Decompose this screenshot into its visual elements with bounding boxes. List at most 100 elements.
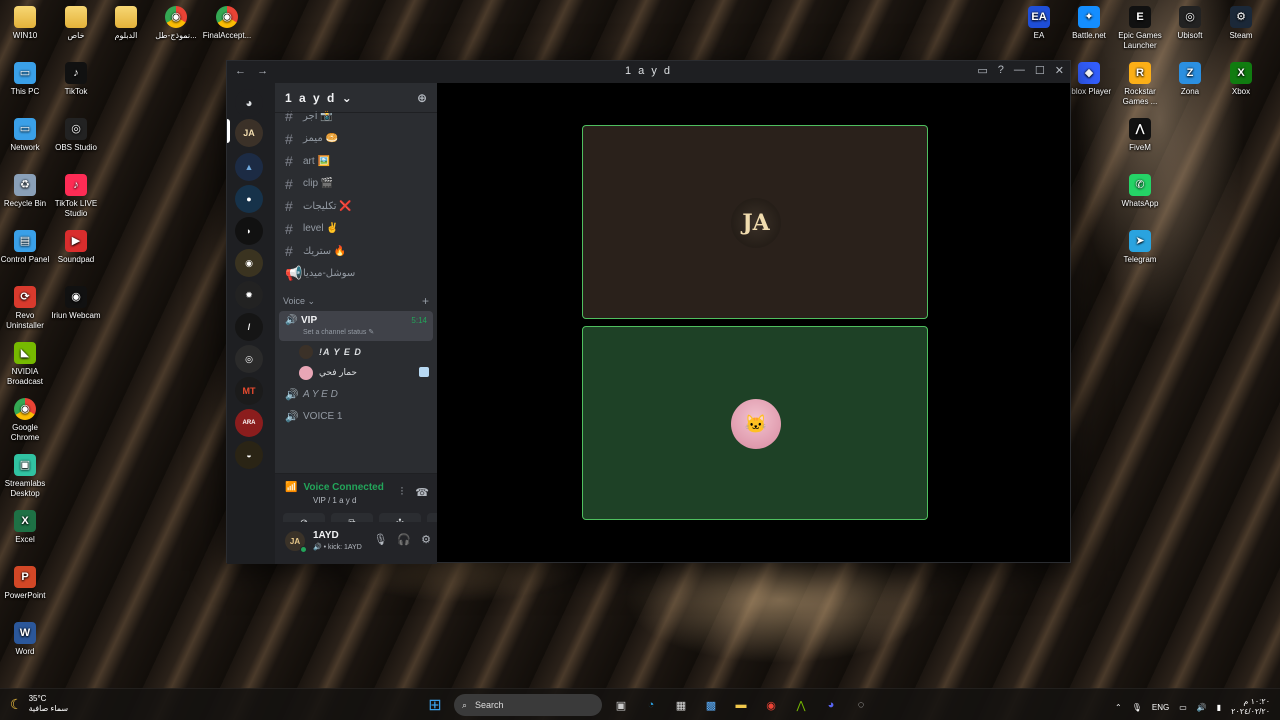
text-channel[interactable]: # ميمز 🥯 (275, 128, 437, 151)
desktop-shortcut[interactable]: ⚙ Steam (1213, 6, 1269, 41)
text-channel[interactable]: 📢 سوشل-ميديا (275, 263, 437, 286)
participant-tile[interactable]: 🐱 (582, 326, 928, 520)
text-channel[interactable]: # ستريك 🔥 (275, 240, 437, 263)
desktop-shortcut[interactable]: ♻ Recycle Bin (0, 174, 53, 209)
desktop-shortcut[interactable]: ◉ Iriun Webcam (48, 286, 104, 321)
desktop-shortcut[interactable]: X Xbox (1213, 62, 1269, 97)
selected-server-indicator (227, 119, 230, 143)
noise-suppression-icon[interactable]: ⫶ (401, 486, 404, 499)
fivem-icon: ⋀ (1129, 118, 1151, 140)
voice-category[interactable]: Voice ⌄ + (275, 291, 437, 311)
user-name[interactable]: 1AYD (313, 530, 339, 541)
whatsapp-icon: ✆ (1129, 174, 1151, 196)
desktop-shortcut[interactable]: ◉ نموذج-طل... (148, 6, 204, 41)
desktop-shortcut[interactable]: Z Zona (1162, 62, 1218, 97)
voice-member[interactable]: !A Y E D (275, 341, 437, 362)
maximize-button[interactable]: ☐ (1035, 64, 1045, 77)
discord-icon[interactable]: ◕ (820, 694, 842, 716)
desktop-shortcut[interactable]: ◎ Ubisoft (1162, 6, 1218, 41)
store-icon[interactable]: ▦ (670, 694, 692, 716)
text-channel[interactable]: # art 🖼️ (275, 150, 437, 173)
desktop-shortcut[interactable]: ✦ Battle.net (1061, 6, 1117, 41)
channel-status[interactable]: Set a channel status ✎ (303, 328, 433, 336)
desktop-shortcut[interactable]: ⟳ Revo Uninstaller (0, 286, 53, 331)
desktop-shortcut[interactable]: ♪ TikTok LIVE Studio (48, 174, 104, 219)
desktop-shortcut[interactable]: E Epic Games Launcher (1112, 6, 1168, 51)
text-channel[interactable]: # clip 🎬 (275, 173, 437, 196)
minimize-button[interactable]: — (1014, 64, 1025, 77)
desktop-shortcut[interactable]: ♪ TikTok (48, 62, 104, 97)
edge-icon[interactable]: ◔ (640, 694, 662, 716)
inbox-icon[interactable]: ▭ (977, 64, 987, 77)
server-icon-5[interactable]: ◉ (235, 249, 263, 277)
server-header[interactable]: 1 a y d ⌄ ⊕ (275, 83, 437, 113)
windows-start-icon[interactable]: ⊞ (424, 694, 446, 716)
help-icon[interactable]: ? (998, 64, 1004, 77)
desktop-shortcut[interactable]: W Word (0, 622, 53, 657)
desktop-shortcut[interactable]: ▣ Streamlabs Desktop (0, 454, 53, 499)
file-explorer-icon[interactable]: ▬ (730, 694, 752, 716)
desktop-shortcut[interactable]: X Excel (0, 510, 53, 545)
fivem-icon[interactable]: ⋀ (790, 694, 812, 716)
invite-icon[interactable]: ⊕ (417, 91, 429, 105)
server-icon-8[interactable]: ◎ (235, 345, 263, 373)
desktop-shortcut[interactable]: ◉ Google Chrome (0, 398, 53, 443)
desktop-shortcut-label: Zona (1180, 87, 1200, 96)
weather-widget[interactable]: ☾ 35°C سماء صافية (10, 694, 68, 714)
avatar (299, 365, 313, 380)
server-icon-11[interactable]: ◒ (235, 441, 263, 469)
app-icon[interactable]: ◌ (850, 694, 872, 716)
voice-channel[interactable]: 🔊 VOICE 1 (275, 406, 437, 429)
language-indicator[interactable]: ENG (1152, 703, 1169, 712)
desktop-shortcut[interactable]: EA EA (1011, 6, 1067, 41)
server-icon-7[interactable]: / (235, 313, 263, 341)
server-icon-4[interactable]: ◗ (235, 217, 263, 245)
desktop-shortcut[interactable]: R Rockstar Games ... (1112, 62, 1168, 107)
headphones-icon[interactable]: 🎧 (397, 533, 411, 546)
task-view-icon[interactable]: ▣ (610, 694, 632, 716)
server-icon-6[interactable]: ✹ (235, 281, 263, 309)
close-button[interactable]: ✕ (1055, 64, 1064, 77)
desktop-shortcut[interactable]: P PowerPoint (0, 566, 53, 601)
desktop-shortcut[interactable]: ▭ Network (0, 118, 53, 153)
desktop-shortcut[interactable]: ▤ Control Panel (0, 230, 53, 265)
chrome-icon[interactable]: ◉ (760, 694, 782, 716)
desktop-shortcut[interactable]: ◎ OBS Studio (48, 118, 104, 153)
desktop-shortcut[interactable]: ▶ Soundpad (48, 230, 104, 265)
server-icon-1ayd[interactable]: JA (235, 119, 263, 147)
server-icon-3[interactable]: ● (235, 185, 263, 213)
desktop-shortcut[interactable]: ◣ NVIDIA Broadcast (0, 342, 53, 387)
voice-status[interactable]: 📶 Voice Connected (285, 482, 384, 493)
battery-icon[interactable]: ▮ (1217, 703, 1221, 712)
voice-member[interactable]: حمار فحي (275, 362, 437, 383)
microphone-icon[interactable]: 🎙 (373, 533, 387, 546)
desktop-shortcut[interactable]: الدبلوم (98, 6, 154, 41)
discord-home-icon[interactable]: ◕ (235, 89, 263, 117)
disconnect-icon[interactable]: ☎ (415, 486, 429, 499)
voice-location[interactable]: VIP / 1 a y d (313, 496, 356, 505)
desktop-shortcut[interactable]: ◉ FinalAccept... (199, 6, 255, 41)
server-icon-2[interactable]: ▲ (235, 153, 263, 181)
server-icon-9[interactable]: MT (235, 377, 263, 405)
voice-channel-vip[interactable]: 🔊 VIP 5:14 Set a channel status ✎ (279, 311, 433, 341)
clock[interactable]: ١٠:٢٠ م ٢٠٢٤/٠٢/٢٠ (1231, 697, 1270, 717)
tray-chevron-icon[interactable]: ⌃ (1115, 703, 1122, 712)
participant-tile[interactable]: JA (582, 125, 928, 319)
desktop-shortcut[interactable]: ▭ This PC (0, 62, 53, 97)
photos-icon[interactable]: ▩ (700, 694, 722, 716)
text-channel[interactable]: # level ✌️ (275, 218, 437, 241)
volume-icon[interactable]: 🔊 (1197, 703, 1207, 712)
search-box[interactable]: ⌕ Search (454, 694, 602, 716)
desktop-shortcut[interactable]: ➤ Telegram (1112, 230, 1168, 265)
desktop-shortcut[interactable]: ✆ WhatsApp (1112, 174, 1168, 209)
voice-channel[interactable]: 🔊 A Y E D (275, 383, 437, 406)
desktop-shortcut[interactable]: ⋀ FiveM (1112, 118, 1168, 153)
server-icon-10[interactable]: ARA (235, 409, 263, 437)
desktop-shortcut[interactable]: WIN10 (0, 6, 53, 41)
microphone-icon[interactable]: 🎙 (1132, 703, 1142, 712)
add-channel-icon[interactable]: + (422, 294, 429, 308)
settings-gear-icon[interactable]: ⚙ (421, 533, 431, 546)
desktop-shortcut[interactable]: خاص (48, 6, 104, 41)
text-channel[interactable]: # تكليجات ❌ (275, 195, 437, 218)
network-icon[interactable]: ▭ (1179, 703, 1187, 712)
